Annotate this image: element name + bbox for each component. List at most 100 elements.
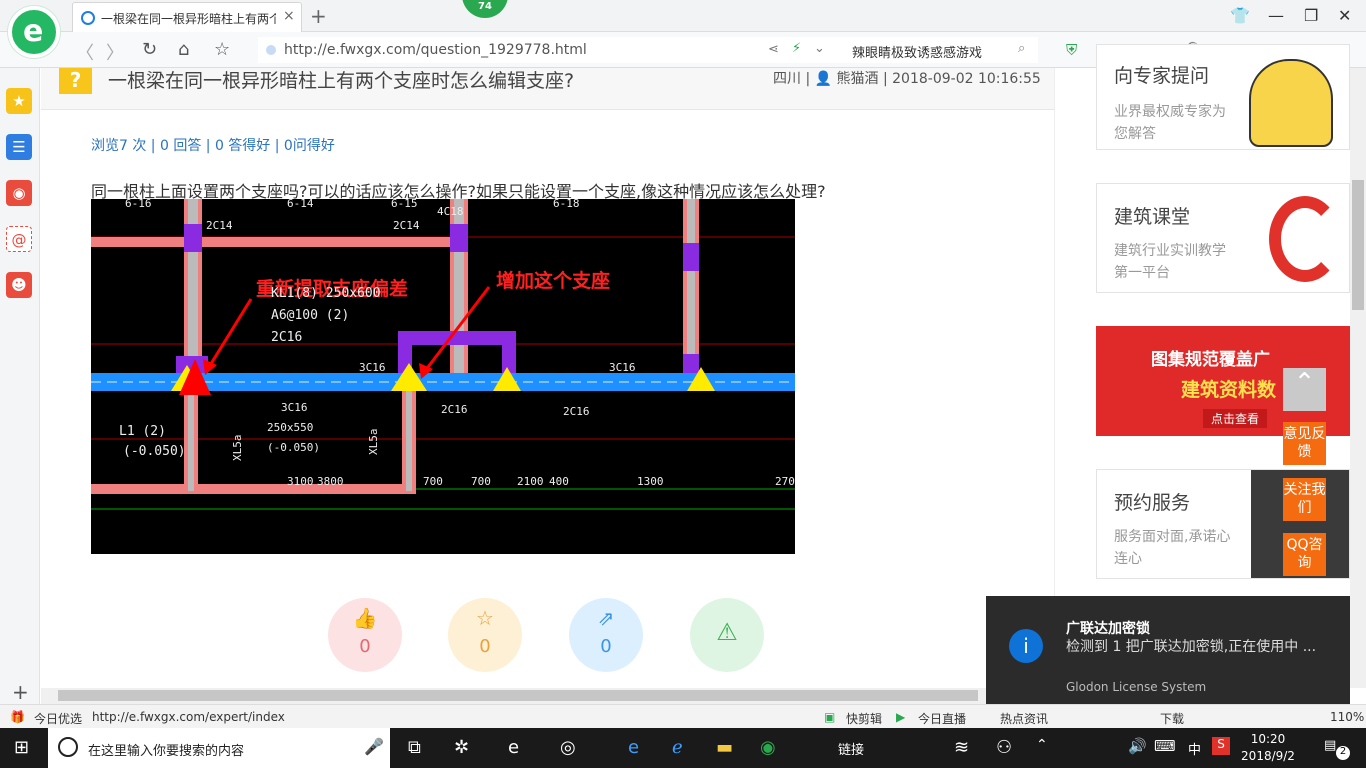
share-icon[interactable]: ⋖	[768, 42, 779, 57]
browser-taskbar-icon[interactable]: ◉	[760, 737, 776, 758]
live-icon[interactable]: ▶	[896, 710, 905, 724]
downloads[interactable]: 下载	[1160, 710, 1184, 727]
cad-label: 2C14	[206, 219, 233, 232]
tab-close-icon[interactable]: ×	[283, 8, 295, 24]
pinwheel-icon[interactable]: ✲	[454, 737, 469, 758]
shield-icon[interactable]: ⛨	[1066, 41, 1077, 59]
post-date: 2018-09-02 10:16:55	[892, 71, 1041, 87]
volume-icon[interactable]: 🔊	[1128, 737, 1147, 755]
favorite-star-icon[interactable]: ☆	[214, 39, 230, 60]
search-icon[interactable]: ⌕	[1018, 41, 1025, 56]
people-icon[interactable]: ⚇	[996, 737, 1012, 758]
mic-icon[interactable]: 🎤	[364, 737, 384, 756]
quick-clip[interactable]: 快剪辑	[846, 710, 882, 727]
cad-label: 3C16	[359, 361, 386, 374]
folder-icon[interactable]: ▬	[716, 737, 733, 758]
zoom-level[interactable]: 110%	[1330, 710, 1364, 724]
flash-icon[interactable]: ⚡	[792, 41, 801, 56]
collect-button[interactable]: ☆ 0	[448, 598, 522, 672]
qq-button[interactable]: QQ咨询	[1283, 533, 1326, 576]
vertical-scroll-thumb[interactable]	[1352, 180, 1364, 310]
cad-label: 6-14	[287, 199, 314, 210]
sogou-icon[interactable]: S	[1212, 737, 1230, 755]
course-card[interactable]: 建筑课堂 建筑行业实训教学第一平台	[1096, 183, 1350, 293]
horizontal-scroll-thumb[interactable]	[58, 690, 978, 701]
cortana-icon	[58, 737, 78, 757]
cad-label: 6-16	[125, 199, 152, 210]
news-icon[interactable]: ☰	[6, 134, 32, 160]
gift-icon[interactable]: 🎁	[10, 710, 25, 724]
wifi-icon[interactable]: ≋	[954, 737, 969, 758]
windows-start-icon[interactable]: ⊞	[14, 737, 29, 758]
back-icon[interactable]: 〈	[76, 39, 94, 65]
shirt-icon[interactable]: 👕	[1230, 6, 1250, 25]
sidebar-add-icon[interactable]: +	[12, 680, 29, 704]
like-button[interactable]: 👍 0	[328, 598, 402, 672]
cad-label: 700	[471, 475, 491, 488]
keyboard-icon[interactable]: ⌨	[1154, 737, 1176, 755]
feedback-button[interactable]: 意见反馈	[1283, 422, 1326, 465]
app-icon[interactable]: ◎	[560, 737, 576, 758]
license-notification[interactable]: i 广联达加密锁 检测到 1 把广联达加密锁,正在使用中 ... Glodon …	[986, 596, 1350, 714]
cad-label: 250x550	[267, 421, 313, 434]
browser-logo[interactable]: e	[8, 6, 60, 58]
clip-icon[interactable]: ▣	[824, 710, 835, 724]
clock[interactable]: 10:20 2018/9/2	[1236, 731, 1300, 765]
url-box[interactable]: http://e.fwxgx.com/question_1929778.html…	[258, 37, 1038, 63]
toast-message: 检测到 1 把广联达加密锁,正在使用中 ...	[1066, 639, 1317, 655]
user-icon: 👤	[814, 71, 833, 87]
game-icon[interactable]: ☻	[6, 272, 32, 298]
edge-icon[interactable]: e	[628, 737, 639, 758]
question-stats[interactable]: 浏览7 次 | 0 回答 | 0 答得好 | 0问得好	[91, 135, 335, 155]
follow-button[interactable]: 关注我们	[1283, 478, 1326, 521]
back-to-top-button[interactable]: ⌃	[1283, 368, 1326, 411]
service-sub: 服务面对面,承诺心连心	[1114, 529, 1231, 567]
cad-screenshot[interactable]: 重新提取支座偏差 增加这个支座 6-16 6-15 6-14 4C18 6-18…	[91, 199, 795, 554]
hot-news[interactable]: 热点资讯	[1000, 710, 1048, 727]
restore-icon[interactable]: ❐	[1304, 6, 1318, 25]
annotation-right: 增加这个支座	[496, 269, 610, 292]
weibo-icon[interactable]: ◉	[6, 180, 32, 206]
edge-e-icon[interactable]: e	[508, 737, 519, 758]
ie-taskbar-icon[interactable]: ℯ	[672, 737, 683, 758]
refresh-icon[interactable]: ↻	[142, 39, 157, 60]
notification-center-icon[interactable]: ▤	[1324, 738, 1336, 753]
author[interactable]: 熊猫酒	[837, 71, 879, 87]
share-count: 0	[600, 636, 612, 657]
links-toolbar[interactable]: 链接	[838, 739, 864, 758]
mail-icon[interactable]: @	[6, 226, 32, 252]
warning-icon: ⚠	[716, 618, 738, 646]
close-window-icon[interactable]: ✕	[1338, 6, 1351, 25]
tray-chevron-icon[interactable]: ⌃	[1036, 737, 1048, 753]
status-bar: 🎁 今日优选 http://e.fwxgx.com/expert/index ▣…	[0, 704, 1366, 728]
taskbar-search[interactable]: 在这里输入你要搜索的内容 🎤	[48, 728, 390, 768]
security-icon	[266, 45, 276, 55]
task-view-icon[interactable]: ⧉	[408, 737, 421, 758]
new-tab-button[interactable]: +	[310, 4, 327, 28]
search-hint[interactable]: 辣眼睛极致诱惑感游戏	[852, 42, 982, 61]
cad-label: (-0.050)	[123, 444, 186, 459]
browser-tab[interactable]: 一根梁在同一根异形暗柱上有两个支座时怎么编辑支座? ×	[72, 2, 302, 32]
today-live[interactable]: 今日直播	[918, 710, 966, 727]
region[interactable]: 四川	[773, 71, 801, 87]
expert-card[interactable]: 向专家提问 业界最权威专家为您解答	[1096, 44, 1350, 150]
cad-label: XL5a	[231, 435, 244, 462]
ime-indicator[interactable]: 中	[1188, 739, 1201, 758]
forward-icon[interactable]: 〉	[106, 39, 124, 65]
minimize-icon[interactable]: —	[1268, 6, 1284, 25]
url-text[interactable]: http://e.fwxgx.com/question_1929778.html	[284, 42, 587, 58]
favorites-star-icon[interactable]: ★	[6, 88, 32, 114]
cad-label: 4C18	[437, 205, 464, 218]
course-sub: 建筑行业实训教学第一平台	[1114, 243, 1226, 281]
expert-title: 向专家提问	[1114, 65, 1210, 87]
cad-label: 6-18	[553, 199, 580, 210]
report-button[interactable]: ⚠	[690, 598, 764, 672]
home-icon[interactable]: ⌂	[178, 39, 189, 60]
mascot-image	[1249, 59, 1333, 147]
banner-line2: 建筑资料数	[1181, 379, 1277, 401]
share-button[interactable]: ⇗ 0	[569, 598, 643, 672]
dropdown-icon[interactable]: ⌄	[814, 41, 825, 56]
toast-title: 广联达加密锁	[1066, 621, 1150, 637]
today-pick[interactable]: 今日优选	[34, 710, 82, 727]
vertical-scrollbar[interactable]	[1350, 68, 1366, 688]
